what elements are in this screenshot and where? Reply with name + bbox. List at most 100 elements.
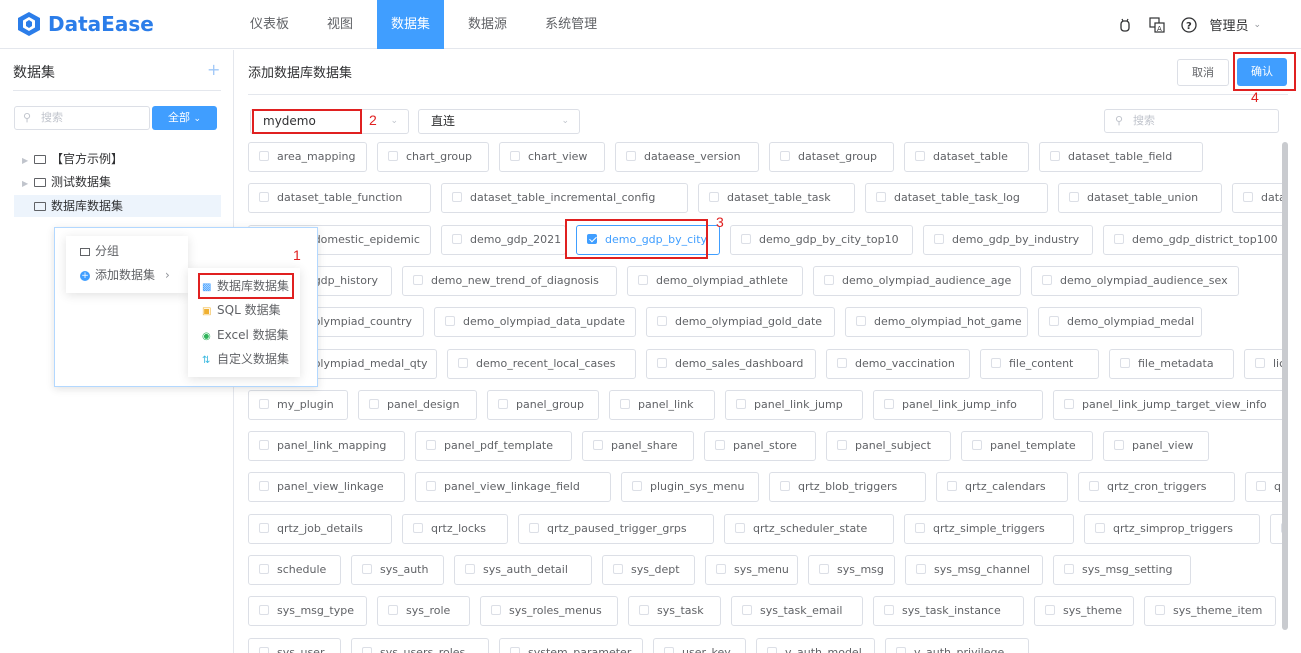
nav-view[interactable]: 视图 <box>313 0 367 49</box>
checkbox-icon[interactable] <box>413 523 423 533</box>
table-checkbox-demo-gdp-2021[interactable]: demo_gdp_2021 <box>441 225 566 255</box>
table-checkbox-chart-group[interactable]: chart_group <box>377 142 489 172</box>
table-checkbox-sys-task[interactable]: sys_task <box>628 596 721 626</box>
table-checkbox-panel-share[interactable]: panel_share <box>582 431 694 461</box>
submenu-excel-dataset[interactable]: ◉ Excel 数据集 <box>202 324 289 346</box>
checkbox-icon[interactable] <box>1095 523 1105 533</box>
checkbox-icon[interactable] <box>259 564 269 574</box>
table-checkbox-qrtz-simprop-triggers[interactable]: qrtz_simprop_triggers <box>1084 514 1260 544</box>
checkbox-icon[interactable] <box>934 234 944 244</box>
table-checkbox-sys-user[interactable]: sys_user <box>248 638 341 653</box>
checkbox-icon[interactable] <box>587 234 597 244</box>
checkbox-icon[interactable] <box>884 399 894 409</box>
table-checkbox-demo-vaccination[interactable]: demo_vaccination <box>826 349 970 379</box>
checkbox-icon[interactable] <box>465 564 475 574</box>
table-checkbox-sys-role[interactable]: sys_role <box>377 596 470 626</box>
checkbox-icon[interactable] <box>1120 358 1130 368</box>
checkbox-icon[interactable] <box>620 399 630 409</box>
table-checkbox-sys-roles-menus[interactable]: sys_roles_menus <box>480 596 618 626</box>
table-checkbox-qrtz-simple-triggers[interactable]: qrtz_simple_triggers <box>904 514 1074 544</box>
checkbox-icon[interactable] <box>1243 192 1253 202</box>
table-checkbox-qrtz-cron-triggers[interactable]: qrtz_cron_triggers <box>1078 472 1235 502</box>
table-checkbox-sys-dept[interactable]: sys_dept <box>602 555 695 585</box>
table-checkbox-demo-recent-local-cases[interactable]: demo_recent_local_cases <box>447 349 636 379</box>
table-checkbox-dataset-group[interactable]: dataset_group <box>769 142 894 172</box>
table-checkbox-qrtz-scheduler-state[interactable]: qrtz_scheduler_state <box>724 514 894 544</box>
table-checkbox-panel-link-jump-info[interactable]: panel_link_jump_info <box>873 390 1043 420</box>
table-search-input[interactable]: ⚲ 搜索 <box>1104 109 1279 133</box>
checkbox-icon[interactable] <box>1089 481 1099 491</box>
table-checkbox-panel-design[interactable]: panel_design <box>358 390 477 420</box>
menu-item-add-dataset[interactable]: + 添加数据集 › <box>80 264 170 286</box>
tree-item-official-examples[interactable]: ▶ 【官方示例】 <box>14 148 221 170</box>
cancel-button[interactable]: 取消 <box>1177 59 1229 86</box>
dataease-logo[interactable]: DataEase <box>16 10 154 38</box>
submenu-sql-dataset[interactable]: ▣ SQL 数据集 <box>202 299 281 321</box>
submenu-custom-dataset[interactable]: ⇅ 自定义数据集 <box>202 348 289 370</box>
table-checkbox-dataset-table-task-log[interactable]: dataset_table_task_log <box>865 183 1048 213</box>
checkbox-icon[interactable] <box>664 647 674 653</box>
table-checkbox-panel-link[interactable]: panel_link <box>609 390 715 420</box>
table-checkbox-v-auth-privilege[interactable]: v_auth_privilege <box>885 638 1029 653</box>
table-checkbox-sys-msg[interactable]: sys_msg <box>808 555 895 585</box>
checkbox-icon[interactable] <box>259 481 269 491</box>
table-checkbox-demo-new-trend-of-diagnosis[interactable]: demo_new_trend_of_diagnosis <box>402 266 617 296</box>
checkbox-icon[interactable] <box>709 192 719 202</box>
user-menu[interactable]: 管理员 ⌄ <box>1209 15 1261 34</box>
checkbox-icon[interactable] <box>780 481 790 491</box>
checkbox-icon[interactable] <box>1256 481 1266 491</box>
datasource-select[interactable]: mydemo ⌄ <box>250 109 409 134</box>
table-checkbox-panel-link-jump-target-view-info[interactable]: panel_link_jump_target_view_info <box>1053 390 1288 420</box>
checkbox-icon[interactable] <box>491 605 501 615</box>
help-icon[interactable]: ? <box>1181 16 1198 33</box>
table-checkbox-demo-olympiad-gold-date[interactable]: demo_olympiad_gold_date <box>646 307 835 337</box>
checkbox-icon[interactable] <box>362 647 372 653</box>
table-checkbox-panel-link-mapping[interactable]: panel_link_mapping <box>248 431 405 461</box>
table-checkbox-dataset-table-field[interactable]: dataset_table_field <box>1039 142 1203 172</box>
confirm-button[interactable]: 确认 <box>1237 58 1287 86</box>
table-checkbox-dataset-table-function[interactable]: dataset_table_function <box>248 183 431 213</box>
checkbox-icon[interactable] <box>369 399 379 409</box>
table-checkbox-demo-olympiad-medal[interactable]: demo_olympiad_medal <box>1038 307 1202 337</box>
checkbox-icon[interactable] <box>915 523 925 533</box>
checkbox-icon[interactable] <box>498 399 508 409</box>
table-checkbox-plugin-sys-menu[interactable]: plugin_sys_menu <box>621 472 759 502</box>
checkbox-icon[interactable] <box>1064 564 1074 574</box>
filter-all-dropdown[interactable]: 全部 ⌄ <box>152 106 217 130</box>
checkbox-icon[interactable] <box>529 523 539 533</box>
checkbox-icon[interactable] <box>1114 234 1124 244</box>
table-checkbox-qrtz-calendars[interactable]: qrtz_calendars <box>936 472 1068 502</box>
table-checkbox-panel-store[interactable]: panel_store <box>704 431 816 461</box>
checkbox-icon[interactable] <box>876 192 886 202</box>
checkbox-icon[interactable] <box>259 440 269 450</box>
table-checkbox-sys-msg-setting[interactable]: sys_msg_setting <box>1053 555 1191 585</box>
checkbox-icon[interactable] <box>259 647 269 653</box>
table-checkbox-qrtz-job-details[interactable]: qrtz_job_details <box>248 514 392 544</box>
nav-datasource[interactable]: 数据源 <box>454 0 521 49</box>
tree-item-database-dataset[interactable]: 数据库数据集 <box>14 195 221 217</box>
checkbox-icon[interactable] <box>593 440 603 450</box>
table-checkbox-demo-gdp-by-city-top10[interactable]: demo_gdp_by_city_top10 <box>730 225 913 255</box>
bug-icon[interactable] <box>1117 17 1133 33</box>
checkbox-icon[interactable] <box>638 275 648 285</box>
checkbox-icon[interactable] <box>947 481 957 491</box>
checkbox-icon[interactable] <box>824 275 834 285</box>
table-checkbox-sys-users-roles[interactable]: sys_users_roles <box>351 638 489 653</box>
checkbox-icon[interactable] <box>259 151 269 161</box>
checkbox-icon[interactable] <box>259 605 269 615</box>
nav-dataset[interactable]: 数据集 <box>377 0 445 49</box>
table-checkbox-system-parameter[interactable]: system_parameter <box>499 638 643 653</box>
table-checkbox-demo-gdp-by-industry[interactable]: demo_gdp_by_industry <box>923 225 1093 255</box>
checkbox-icon[interactable] <box>1049 316 1059 326</box>
table-checkbox-demo-olympiad-data-update[interactable]: demo_olympiad_data_update <box>434 307 636 337</box>
table-checkbox-panel-template[interactable]: panel_template <box>961 431 1093 461</box>
table-checkbox-dataset-table-task[interactable]: dataset_table_task <box>698 183 855 213</box>
table-checkbox-sys-theme[interactable]: sys_theme <box>1034 596 1134 626</box>
checkbox-icon[interactable] <box>837 440 847 450</box>
table-checkbox-sys-auth[interactable]: sys_auth <box>351 555 444 585</box>
table-checkbox-sys-task-instance[interactable]: sys_task_instance <box>873 596 1024 626</box>
checkbox-icon[interactable] <box>896 647 906 653</box>
checkbox-icon[interactable] <box>458 358 468 368</box>
table-checkbox-qrtz-locks[interactable]: qrtz_locks <box>402 514 508 544</box>
tree-item-test-dataset[interactable]: ▶ 测试数据集 <box>14 171 221 193</box>
